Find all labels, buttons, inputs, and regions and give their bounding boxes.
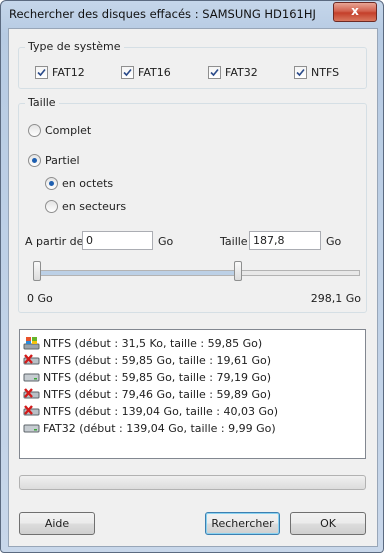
range-slider-start-handle[interactable] [33, 261, 41, 281]
size-unit: Go [326, 235, 342, 248]
list-item[interactable]: FAT32 (début : 139,04 Go, taille : 9,99 … [23, 420, 276, 436]
title-bar[interactable]: Rechercher des disques effacés : SAMSUNG… [1, 1, 383, 27]
drive-icon [23, 421, 40, 435]
slider-min-label: 0 Go [27, 292, 53, 305]
complete-radio[interactable]: Complet [28, 124, 91, 137]
fat32-label: FAT32 [225, 66, 258, 79]
progress-bar [19, 475, 366, 490]
dialog-content: Type de système FAT12 FAT16 FAT32 NTFS T… [8, 28, 378, 547]
list-item-text: NTFS (début : 59,85 Go, taille : 79,19 G… [43, 370, 272, 384]
size-label: Taille [220, 235, 248, 248]
fat16-checkbox[interactable]: FAT16 [121, 66, 171, 79]
from-label: A partir de [25, 235, 84, 248]
sectors-radio[interactable]: en secteurs [45, 200, 126, 213]
search-button[interactable]: Rechercher [205, 512, 280, 535]
checkbox-checked-icon [121, 66, 134, 79]
ntfs-label: NTFS [311, 66, 340, 79]
bytes-radio[interactable]: en octets [45, 177, 113, 190]
list-item-text: NTFS (début : 79,46 Go, taille : 59,89 G… [43, 387, 272, 401]
list-item-text: NTFS (début : 139,04 Go, taille : 40,03 … [43, 404, 279, 418]
complete-label: Complet [45, 124, 92, 137]
radio-unselected-icon [28, 124, 41, 137]
close-button[interactable]: x [333, 2, 377, 22]
checkbox-checked-icon [35, 66, 48, 79]
drive-deleted-icon [23, 404, 40, 418]
list-item-text: NTFS (début : 59,85 Go, taille : 19,61 G… [43, 353, 272, 367]
close-icon: x [351, 4, 359, 18]
sectors-label: en secteurs [62, 200, 127, 213]
range-slider-selection [34, 271, 239, 275]
checkbox-checked-icon [294, 66, 307, 79]
radio-selected-icon [28, 154, 41, 167]
list-item[interactable]: NTFS (début : 139,04 Go, taille : 40,03 … [23, 403, 278, 419]
drive-deleted-icon [23, 387, 40, 401]
fat12-label: FAT12 [52, 66, 85, 79]
radio-selected-icon [45, 177, 58, 190]
list-item-text: NTFS (début : 31,5 Ko, taille : 59,85 Go… [43, 336, 263, 350]
from-unit: Go [158, 235, 174, 248]
results-list[interactable]: NTFS (début : 31,5 Ko, taille : 59,85 Go… [19, 329, 366, 459]
list-item[interactable]: NTFS (début : 59,85 Go, taille : 19,61 G… [23, 352, 271, 368]
slider-max-label: 298,1 Go [310, 292, 361, 305]
range-slider-track[interactable] [33, 270, 360, 276]
list-item-text: FAT32 (début : 139,04 Go, taille : 9,99 … [43, 421, 276, 435]
window-title: Rechercher des disques effacés : SAMSUNG… [9, 7, 316, 21]
ntfs-windows-icon [23, 336, 40, 350]
list-item[interactable]: NTFS (début : 59,85 Go, taille : 79,19 G… [23, 369, 271, 385]
fat12-checkbox[interactable]: FAT12 [35, 66, 85, 79]
filesystem-group-label: Type de système [25, 40, 124, 53]
checkbox-checked-icon [208, 66, 221, 79]
drive-icon [23, 370, 40, 384]
list-item[interactable]: NTFS (début : 79,46 Go, taille : 59,89 G… [23, 386, 271, 402]
bytes-label: en octets [62, 177, 114, 190]
partial-radio[interactable]: Partiel [28, 154, 80, 167]
list-item[interactable]: NTFS (début : 31,5 Ko, taille : 59,85 Go… [23, 335, 262, 351]
fat16-label: FAT16 [138, 66, 171, 79]
drive-deleted-icon [23, 353, 40, 367]
fat32-checkbox[interactable]: FAT32 [208, 66, 258, 79]
search-deleted-disks-dialog: Rechercher des disques effacés : SAMSUNG… [0, 0, 384, 553]
size-input[interactable] [249, 231, 321, 250]
partial-label: Partiel [45, 154, 80, 167]
help-button[interactable]: Aide [19, 512, 95, 535]
from-input[interactable] [82, 231, 153, 250]
filesystem-group: Type de système FAT12 FAT16 FAT32 NTFS [18, 40, 367, 89]
size-group-label: Taille [25, 96, 59, 109]
radio-unselected-icon [45, 200, 58, 213]
ntfs-checkbox[interactable]: NTFS [294, 66, 339, 79]
ok-button[interactable]: OK [290, 512, 366, 535]
range-slider-end-handle[interactable] [233, 261, 242, 281]
